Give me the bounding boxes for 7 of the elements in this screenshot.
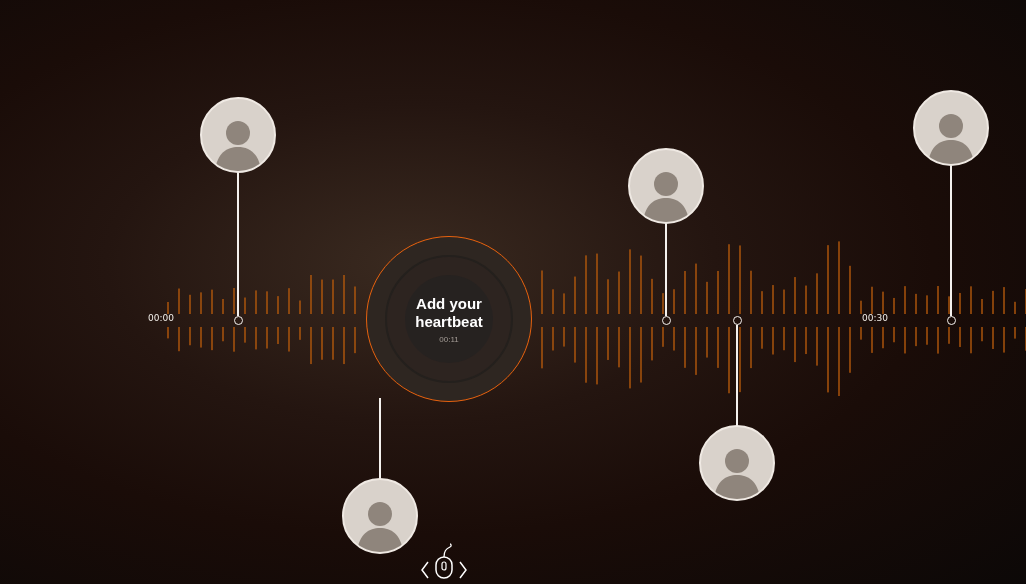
start-time: 00:00 bbox=[148, 313, 174, 323]
end-time: 00:30 bbox=[862, 313, 888, 323]
mouse-icon bbox=[434, 543, 454, 579]
next-icon[interactable] bbox=[458, 561, 468, 579]
previous-icon[interactable] bbox=[420, 561, 430, 579]
record-time: 00:11 bbox=[439, 334, 459, 344]
record-title: Add your heartbeat bbox=[414, 294, 484, 331]
